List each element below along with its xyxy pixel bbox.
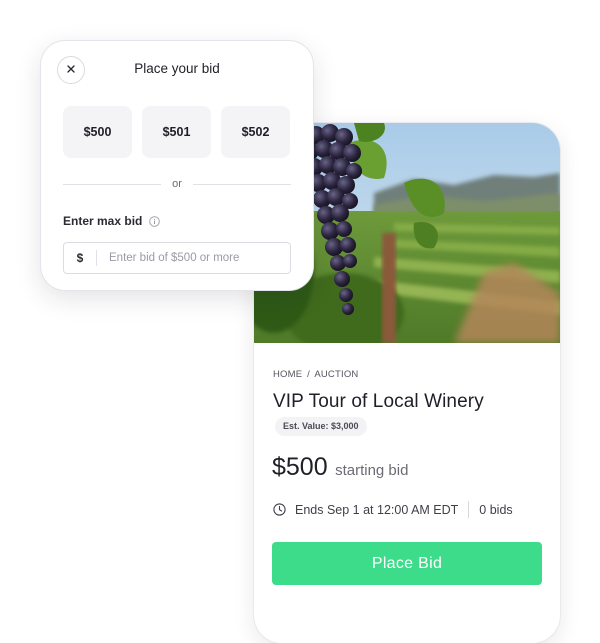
- meta-divider: [468, 501, 470, 518]
- max-bid-input[interactable]: [97, 243, 290, 273]
- max-bid-field: $: [63, 242, 291, 274]
- bid-option-500[interactable]: $500: [63, 106, 132, 158]
- place-bid-button[interactable]: Place Bid: [272, 542, 542, 585]
- clock-icon: [273, 503, 286, 516]
- max-bid-label-row: Enter max bid: [63, 214, 161, 228]
- bid-option-502[interactable]: $502: [221, 106, 290, 158]
- currency-symbol: $: [76, 251, 84, 265]
- info-icon[interactable]: [149, 215, 161, 227]
- breadcrumb-auction[interactable]: AUCTION: [314, 369, 358, 380]
- bid-count: 0 bids: [479, 502, 513, 517]
- auction-end-time: Ends Sep 1 at 12:00 AM EDT: [295, 502, 459, 517]
- est-value-badge: Est. Value: $3,000: [275, 417, 367, 436]
- auction-meta: Ends Sep 1 at 12:00 AM EDT 0 bids: [273, 501, 513, 518]
- breadcrumb: HOME / AUCTION: [273, 369, 358, 380]
- modal-title: Place your bid: [134, 61, 220, 76]
- starting-price: $500: [272, 453, 328, 481]
- quick-bid-options: $500 $501 $502: [63, 106, 290, 158]
- or-label: or: [172, 178, 182, 190]
- starting-bid-label: starting bid: [335, 462, 409, 479]
- divider-line-left: [63, 183, 162, 185]
- max-bid-label: Enter max bid: [63, 214, 143, 228]
- item-title: VIP Tour of Local Winery: [273, 391, 484, 412]
- divider-line-right: [192, 183, 291, 185]
- bid-option-501[interactable]: $501: [142, 106, 211, 158]
- price-row: $500 starting bid: [272, 453, 408, 482]
- breadcrumb-home[interactable]: HOME: [273, 369, 302, 380]
- place-bid-modal: Place your bid $500 $501 $502 or Enter m…: [41, 41, 313, 290]
- or-divider: or: [63, 178, 291, 190]
- breadcrumb-separator: /: [307, 369, 310, 380]
